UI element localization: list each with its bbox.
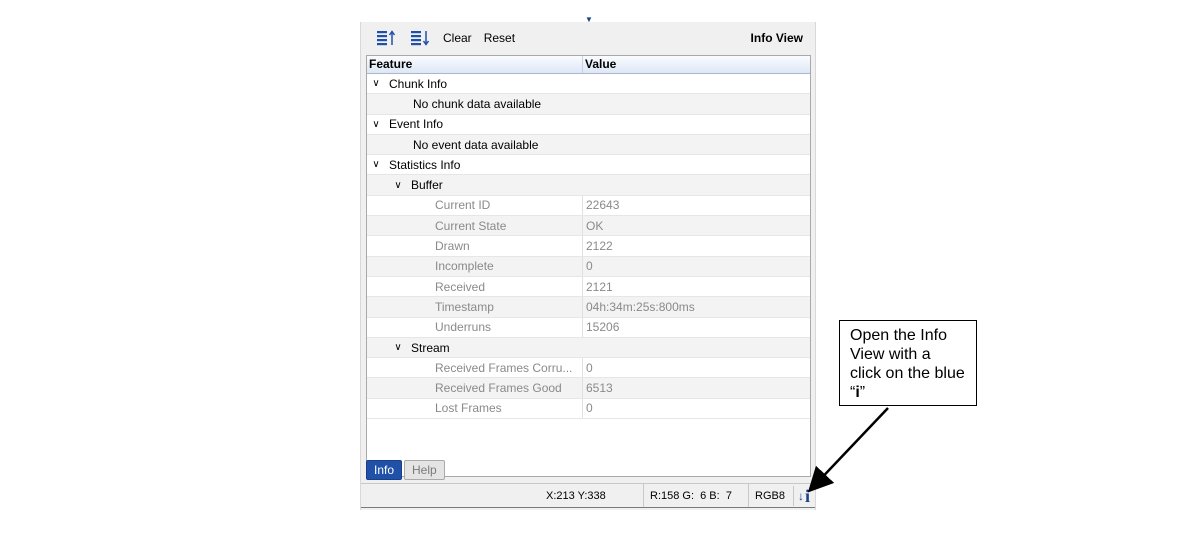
table-row[interactable]: Incomplete 0 [367, 256, 810, 277]
value-column-header[interactable]: Value [583, 56, 616, 73]
feature-label: Current ID [435, 198, 491, 213]
table-row[interactable]: Current State OK [367, 216, 810, 237]
table-row[interactable]: No chunk data available [367, 94, 810, 115]
feature-cell: No chunk data available [367, 94, 582, 113]
feature-label: Timestamp [435, 299, 494, 314]
feature-cell: Current State [367, 216, 582, 235]
sort-down-list-icon[interactable] [409, 27, 431, 49]
table-row[interactable]: Received 2121 [367, 276, 810, 298]
chevron-down-icon[interactable]: ∨ [369, 78, 383, 89]
value-cell: 0 [582, 398, 810, 419]
feature-cell: Current ID [367, 196, 582, 215]
feature-cell: Timestamp [367, 297, 582, 316]
value-cell: 2122 [582, 236, 810, 256]
reset-button[interactable]: Reset [484, 31, 515, 45]
feature-label: Drawn [435, 239, 470, 254]
feature-label: No event data available [413, 137, 539, 152]
sort-up-list-icon[interactable] [375, 27, 397, 49]
chevron-down-icon[interactable]: ∨ [391, 342, 405, 353]
table-row[interactable]: Timestamp 04h:34m:25s:800ms [367, 297, 810, 318]
value-cell [582, 115, 810, 134]
feature-cell: Received [367, 277, 582, 296]
feature-cell: No event data available [367, 135, 582, 154]
table-row[interactable]: Underruns 15206 [367, 317, 810, 338]
feature-cell: ∨ Buffer [367, 175, 582, 194]
value-cell: 15206 [582, 317, 810, 337]
feature-label: Buffer [411, 178, 443, 193]
value-cell: 6513 [582, 378, 810, 398]
info-letter: i [805, 485, 811, 506]
bottom-tabs: Info Help [366, 460, 445, 480]
value-cell [582, 94, 810, 113]
info-view-panel: Clear Reset Info View Feature Value ∨ Chu… [360, 22, 816, 510]
feature-label: No chunk data available [413, 96, 542, 111]
value-cell [582, 135, 810, 154]
table-row[interactable]: Current ID 22643 [367, 195, 810, 217]
feature-label: Event Info [389, 117, 444, 132]
value-cell: 22643 [582, 195, 810, 216]
feature-label: Received [435, 279, 486, 294]
table-row[interactable]: ∨ Buffer [367, 175, 810, 196]
feature-cell: ∨ Event Info [367, 115, 582, 134]
callout-box: Open the Info View with a click on the b… [839, 320, 977, 406]
feature-label: Received Frames Corru... [435, 360, 573, 375]
feature-label: Current State [435, 218, 507, 233]
table-row[interactable]: ∨ Chunk Info [367, 74, 810, 95]
table-row[interactable]: Received Frames Corru... 0 [367, 358, 810, 379]
value-cell [582, 74, 810, 93]
pixel-format: RGB8 [748, 484, 785, 507]
feature-cell: Lost Frames [367, 399, 582, 418]
value-cell: OK [582, 216, 810, 236]
value-cell [582, 155, 810, 174]
down-arrow-icon: ↓ [798, 489, 804, 503]
table-row[interactable]: Lost Frames 0 [367, 398, 810, 420]
chevron-down-icon[interactable]: ∨ [369, 159, 383, 170]
info-i-icon[interactable]: ↓ i [793, 486, 810, 506]
feature-label: Received Frames Good [435, 381, 562, 396]
cursor-coordinates: X:213 Y:338 [546, 489, 606, 502]
feature-cell: Received Frames Corru... [367, 358, 582, 377]
feature-label: Chunk Info [389, 76, 448, 91]
value-cell [582, 338, 810, 357]
tab-info[interactable]: Info [366, 460, 403, 480]
grid-header: Feature Value [367, 56, 810, 74]
feature-column-header[interactable]: Feature [367, 56, 583, 73]
chevron-down-icon[interactable]: ∨ [369, 119, 383, 130]
value-cell: 2121 [582, 276, 810, 297]
feature-cell: ∨ Chunk Info [367, 74, 582, 93]
feature-cell: ∨ Stream [367, 338, 582, 357]
value-cell: 0 [582, 256, 810, 276]
value-cell: 04h:34m:25s:800ms [582, 297, 810, 317]
pixel-rgb-value: R:158 G: 6 B: 7 [643, 484, 732, 507]
value-cell [582, 175, 810, 194]
value-cell: 0 [582, 358, 810, 378]
toolbar: Clear Reset Info View [361, 22, 815, 54]
feature-cell: Drawn [367, 236, 582, 255]
table-row[interactable]: ∨ Statistics Info [367, 155, 810, 176]
status-bar: X:213 Y:338 R:158 G: 6 B: 7 RGB8 ↓ i [361, 483, 815, 508]
callout-text: Open the Info View with a click on the b… [850, 327, 965, 401]
clear-button[interactable]: Clear [443, 31, 472, 45]
feature-label: Statistics Info [389, 157, 461, 172]
table-row[interactable]: Received Frames Good 6513 [367, 378, 810, 399]
table-row[interactable]: ∨ Stream [367, 337, 810, 359]
grid-body: ∨ Chunk Info No chunk data available ∨ Event… [367, 74, 810, 420]
feature-cell: ∨ Statistics Info [367, 155, 582, 174]
feature-cell: Incomplete [367, 257, 582, 276]
table-row[interactable]: No event data available [367, 134, 810, 156]
feature-label: Stream [411, 340, 450, 355]
feature-cell: Received Frames Good [367, 378, 582, 397]
chevron-down-icon[interactable]: ∨ [391, 180, 405, 191]
table-row[interactable]: Drawn 2122 [367, 236, 810, 257]
feature-label: Underruns [435, 320, 492, 335]
view-title: Info View [750, 31, 803, 45]
tab-help[interactable]: Help [404, 460, 445, 480]
callout-text-end: ” [859, 384, 866, 401]
feature-label: Incomplete [435, 259, 494, 274]
feature-label: Lost Frames [435, 401, 502, 416]
info-grid: Feature Value ∨ Chunk Info No chunk data a… [366, 55, 811, 477]
feature-cell: Underruns [367, 318, 582, 337]
table-row[interactable]: ∨ Event Info [367, 115, 810, 135]
